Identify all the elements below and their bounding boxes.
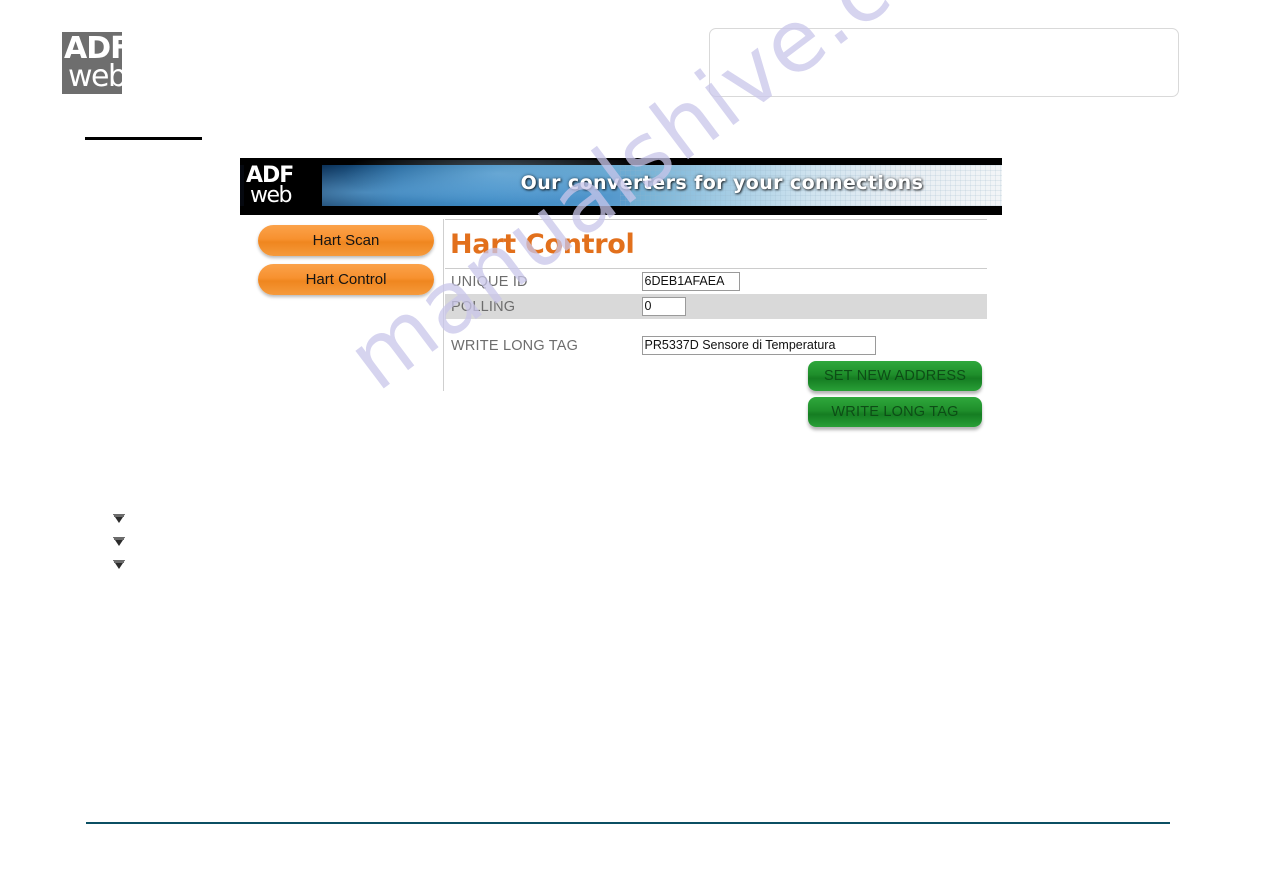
banner-slogan: Our converters for your connections xyxy=(520,172,924,194)
write-long-tag-button[interactable]: WRITE LONG TAG xyxy=(808,397,982,427)
content-top-rule xyxy=(445,219,987,220)
site-banner: ADF web Our converters for your connecti… xyxy=(240,158,1002,215)
form-spacer-cell-right xyxy=(642,319,987,333)
form-row-write-long-tag: WRITE LONG TAG xyxy=(445,333,987,358)
write-long-tag-input[interactable] xyxy=(641,336,876,355)
adfweb-logo: ADF web xyxy=(62,32,122,94)
unique-id-field-cell xyxy=(641,269,987,294)
bullet-cap-icon xyxy=(114,537,124,540)
bullet-marker-icon xyxy=(113,537,126,549)
nav-button-hart-scan[interactable]: Hart Scan xyxy=(258,225,434,256)
polling-input[interactable] xyxy=(641,297,686,316)
web-interface-screenshot: ADF web Our converters for your connecti… xyxy=(240,158,1002,427)
bullet-cap-icon xyxy=(114,560,124,563)
header-title-box xyxy=(709,28,1179,97)
nav-button-hart-control[interactable]: Hart Control xyxy=(258,264,434,295)
polling-field-cell xyxy=(641,294,987,319)
form-spacer-row xyxy=(445,319,987,333)
form-row-unique-id: UNIQUE ID xyxy=(445,269,987,294)
unique-id-label: UNIQUE ID xyxy=(451,273,528,290)
set-new-address-button[interactable]: SET NEW ADDRESS xyxy=(808,361,982,391)
adfweb-logo-line2: web xyxy=(68,59,122,94)
web-interface-body: Hart Scan Hart Control Hart Control UNIQ… xyxy=(240,215,1002,427)
bullet-marker-icon xyxy=(113,514,126,526)
section-rule xyxy=(85,137,202,140)
banner-adfweb-logo: ADF web xyxy=(244,165,322,207)
navigation-column: Hart Scan Hart Control xyxy=(258,225,444,303)
unique-id-input[interactable] xyxy=(641,272,740,291)
banner-logo-line2: web xyxy=(250,183,293,208)
write-long-tag-field-cell xyxy=(641,333,987,358)
polling-label: POLLING xyxy=(451,298,516,315)
column-divider xyxy=(443,219,444,391)
form-spacer-cell-left xyxy=(445,319,642,333)
footer-rule xyxy=(86,822,1170,824)
form-row-polling: POLLING xyxy=(445,294,987,319)
content-column: Hart Control UNIQUE ID POLLING xyxy=(445,219,992,358)
write-long-tag-label: WRITE LONG TAG xyxy=(451,337,579,354)
hart-control-form: UNIQUE ID POLLING xyxy=(445,269,987,358)
document-page: ADF web ADF web Our converters for your … xyxy=(0,0,1263,893)
bullet-cap-icon xyxy=(114,514,124,517)
banner-bottom-bar xyxy=(240,206,1002,215)
page-title: Hart Control xyxy=(450,229,635,260)
banner-top-bar xyxy=(240,158,1002,165)
bullet-marker-icon xyxy=(113,560,126,572)
